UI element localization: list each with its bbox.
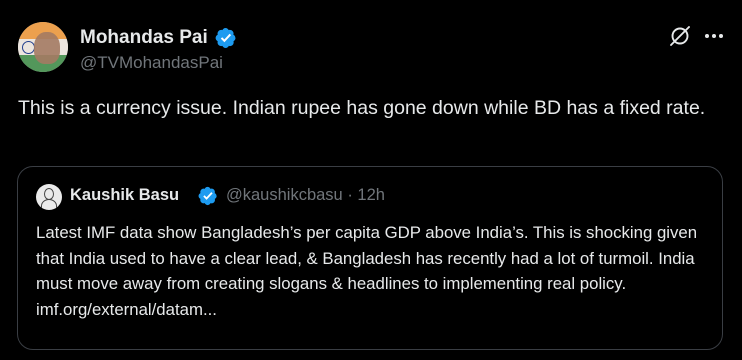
quoted-tweet-link[interactable]: imf.org/external/datam... — [36, 297, 716, 323]
tweet-text: This is a currency issue. Indian rupee h… — [18, 97, 706, 119]
verified-badge-icon — [215, 28, 236, 48]
tweet: Mohandas Pai @TVMohandasPai This is a cu… — [0, 0, 742, 360]
quoted-tweet-body: Latest IMF data show Bangladesh’s per ca… — [36, 220, 716, 322]
quoted-tweet-text: Latest IMF data show Bangladesh’s per ca… — [36, 223, 698, 294]
more-options-icon[interactable] — [704, 33, 724, 39]
quoted-author-handle[interactable]: @kaushikcbasu — [226, 186, 343, 204]
quoted-tweet-card[interactable]: Kaushik Basu @kaushikcbasu · 12h Latest … — [17, 166, 723, 350]
quoted-author-name[interactable]: Kaushik Basu — [70, 186, 179, 205]
grok-icon[interactable] — [668, 24, 692, 48]
quoted-tweet-time[interactable]: 12h — [357, 186, 385, 204]
author-name[interactable]: Mohandas Pai — [80, 27, 208, 49]
quoted-author-meta: @kaushikcbasu · 12h — [226, 186, 385, 205]
verified-badge-icon — [198, 186, 217, 206]
author-handle[interactable]: @TVMohandasPai — [80, 53, 223, 73]
author-avatar[interactable] — [18, 22, 68, 72]
meta-separator: · — [347, 186, 353, 204]
quoted-author-avatar[interactable] — [36, 184, 62, 210]
